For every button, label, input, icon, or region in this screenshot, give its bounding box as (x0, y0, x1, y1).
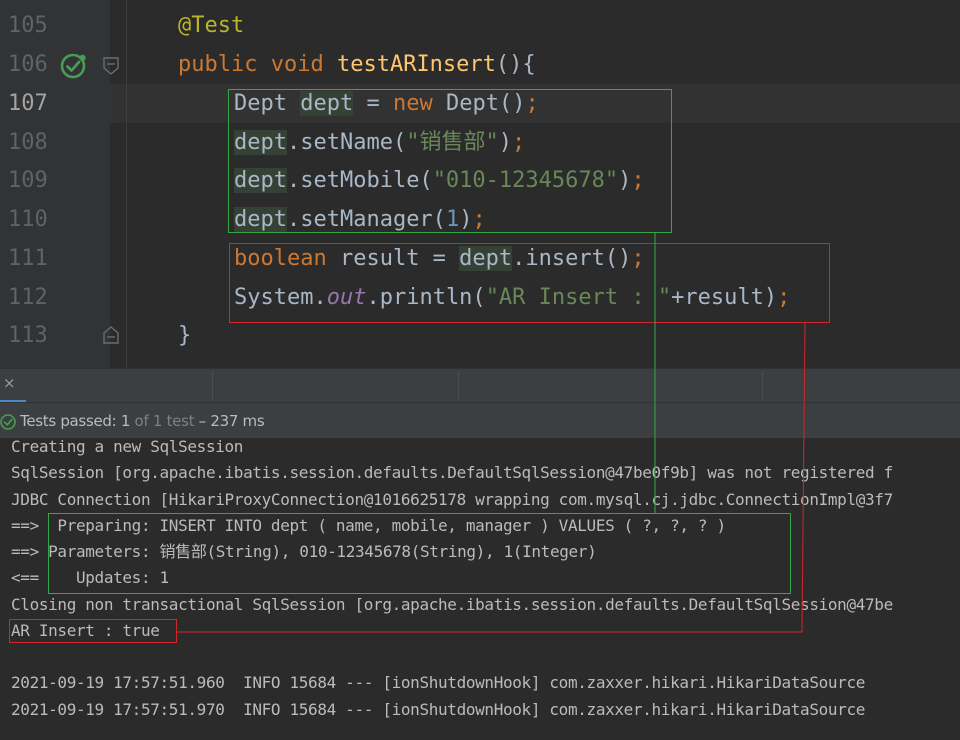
run-tab[interactable]: × (0, 369, 26, 403)
code-line-105: @Test (178, 6, 244, 45)
line-number-current: 107 (8, 91, 48, 116)
tool-window-tab-bar: × (0, 368, 960, 403)
console-line: JDBC Connection [HikariProxyConnection@1… (11, 490, 893, 509)
test-duration: – 237 ms (194, 412, 265, 430)
check-circle-icon (0, 414, 16, 430)
line-number: 109 (8, 168, 48, 193)
tab-separator (212, 371, 213, 401)
line-number: 112 (8, 285, 48, 310)
passed-count: 1 (120, 412, 131, 430)
close-icon[interactable]: × (3, 374, 16, 392)
green-highlight-box (228, 89, 672, 233)
status-label: Tests passed: (20, 412, 121, 430)
line-number: 105 (8, 13, 48, 38)
console-line: Creating a new SqlSession (11, 437, 244, 456)
console-line: SqlSession [org.apache.ibatis.session.de… (11, 463, 893, 482)
keyword-void: void (270, 52, 324, 77)
line-number: 113 (8, 323, 48, 348)
console-line: Closing non transactional SqlSession [or… (11, 595, 893, 614)
fold-marker-icon[interactable] (101, 324, 121, 346)
line-number: 111 (8, 246, 48, 271)
tab-separator (762, 371, 763, 401)
code-line-113: } (178, 316, 191, 355)
console-line: 2021-09-19 17:57:51.970 INFO 15684 --- [… (11, 700, 866, 719)
line-number: 108 (8, 130, 48, 155)
red-highlight-box (9, 619, 177, 643)
code-editor[interactable]: 105 106 107 108 109 110 111 112 113 @Tes… (0, 0, 960, 368)
test-status-text: Tests passed: 1 of 1 test – 237 ms (20, 412, 265, 430)
red-highlight-box (229, 243, 830, 323)
green-highlight-box (48, 513, 791, 594)
code-line-106: public void testARInsert(){ (178, 45, 536, 84)
method-name: testARInsert (336, 52, 496, 77)
code-text: (){ (495, 52, 536, 77)
closing-brace: } (178, 323, 192, 348)
console-line: 2021-09-19 17:57:51.960 INFO 15684 --- [… (11, 673, 866, 692)
fold-marker-icon[interactable] (101, 55, 121, 77)
annotation-test: @Test (178, 13, 245, 38)
run-passed-icon[interactable] (60, 52, 88, 80)
gutter-divider (126, 0, 127, 368)
total-count: of 1 test (130, 412, 195, 430)
tab-separator (458, 371, 459, 401)
keyword-public: public (178, 52, 258, 77)
line-number: 110 (8, 207, 48, 232)
